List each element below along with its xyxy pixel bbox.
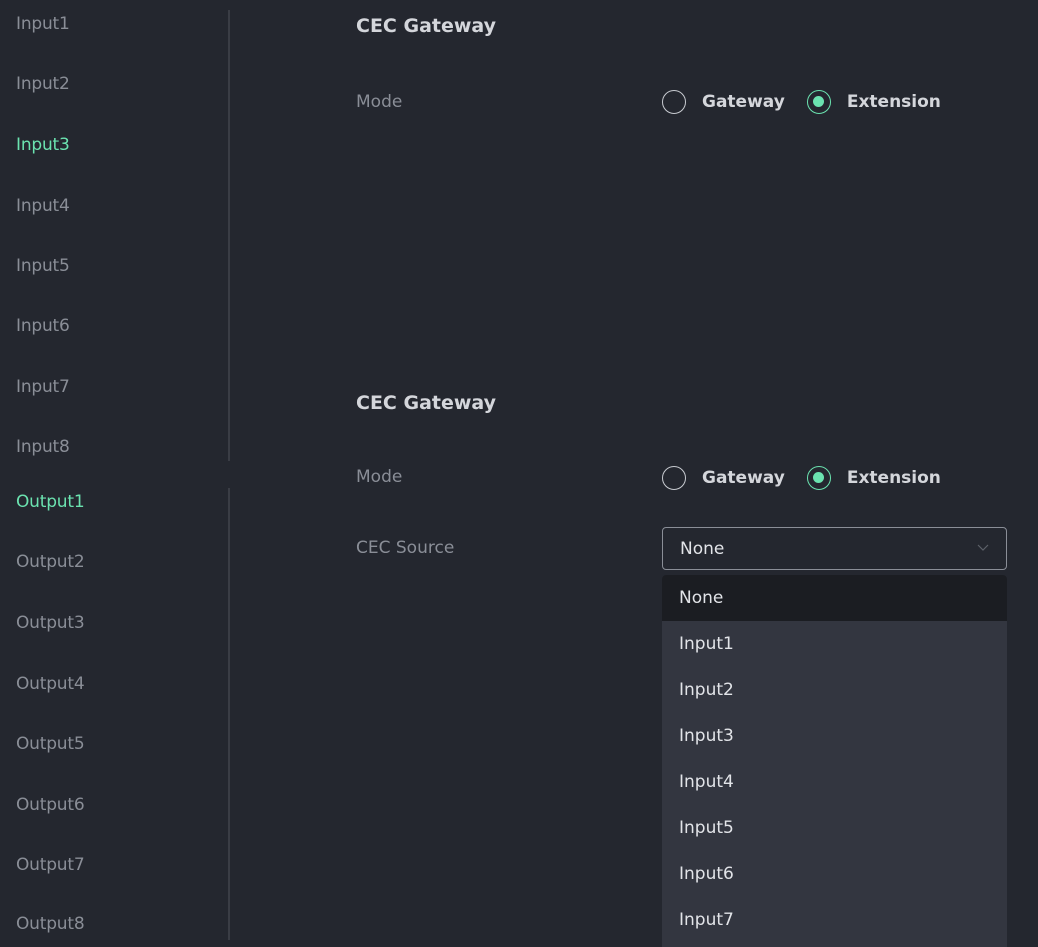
mode-label: Mode — [356, 467, 403, 487]
sidebar-item-output6[interactable]: Output6 — [16, 795, 85, 815]
sidebar-item-input4[interactable]: Input4 — [16, 196, 70, 216]
sidebar-item-input2[interactable]: Input2 — [16, 74, 70, 94]
section-title: CEC Gateway — [356, 15, 497, 37]
dropdown-option-input5[interactable]: Input5 — [662, 805, 1007, 851]
cec-source-dropdown: None Input1 Input2 Input3 Input4 Input5 … — [662, 575, 1007, 947]
radio-checked-icon[interactable] — [806, 90, 831, 114]
sidebar-item-output2[interactable]: Output2 — [16, 552, 85, 572]
sidebar-item-output1[interactable]: Output1 — [16, 492, 85, 512]
sidebar-item-output8[interactable]: Output8 — [16, 914, 85, 934]
sidebar-item-output7[interactable]: Output7 — [16, 855, 85, 875]
sidebar-item-output5[interactable]: Output5 — [16, 734, 85, 754]
radio-label: Extension — [846, 468, 941, 488]
section-title: CEC Gateway — [356, 392, 497, 414]
cec-source-select[interactable]: None — [662, 527, 1007, 570]
sidebar-item-input7[interactable]: Input7 — [16, 377, 70, 397]
mode-option-gateway[interactable]: Gateway — [662, 466, 785, 490]
dropdown-option-input7[interactable]: Input7 — [662, 897, 1007, 943]
dropdown-option-input3[interactable]: Input3 — [662, 713, 1007, 759]
radio-label: Extension — [846, 92, 941, 112]
input-list-divider — [228, 10, 230, 461]
mode-option-extension[interactable]: Extension — [806, 90, 941, 114]
cec-source-value: None — [680, 539, 725, 559]
chevron-down-icon — [977, 544, 989, 551]
radio-label: Gateway — [702, 92, 785, 112]
sidebar-item-input8[interactable]: Input8 — [16, 437, 70, 457]
sidebar-item-output4[interactable]: Output4 — [16, 674, 85, 694]
radio-unchecked-icon[interactable] — [662, 466, 686, 490]
mode-label: Mode — [356, 92, 403, 112]
cec-source-label: CEC Source — [356, 538, 455, 558]
cec-settings-page: Input1 Input2 Input3 Input4 Input5 Input… — [0, 0, 1038, 947]
sidebar-item-output3[interactable]: Output3 — [16, 613, 85, 633]
mode-radio-group: Gateway Extension — [662, 88, 941, 116]
sidebar-item-input3[interactable]: Input3 — [16, 135, 70, 155]
sidebar-item-input6[interactable]: Input6 — [16, 316, 70, 336]
sidebar-item-input5[interactable]: Input5 — [16, 256, 70, 276]
output-list-divider — [228, 488, 230, 940]
port-sidebar: Input1 Input2 Input3 Input4 Input5 Input… — [0, 0, 228, 947]
mode-option-gateway[interactable]: Gateway — [662, 90, 785, 114]
mode-option-extension[interactable]: Extension — [806, 466, 941, 490]
radio-label: Gateway — [702, 468, 785, 488]
dropdown-option-input1[interactable]: Input1 — [662, 621, 1007, 667]
radio-unchecked-icon[interactable] — [662, 90, 686, 114]
dropdown-option-input2[interactable]: Input2 — [662, 667, 1007, 713]
dropdown-option-none[interactable]: None — [662, 575, 1007, 621]
radio-checked-icon[interactable] — [806, 466, 831, 490]
dropdown-option-input6[interactable]: Input6 — [662, 851, 1007, 897]
sidebar-item-input1[interactable]: Input1 — [16, 14, 70, 34]
mode-radio-group: Gateway Extension — [662, 464, 941, 492]
dropdown-option-input4[interactable]: Input4 — [662, 759, 1007, 805]
